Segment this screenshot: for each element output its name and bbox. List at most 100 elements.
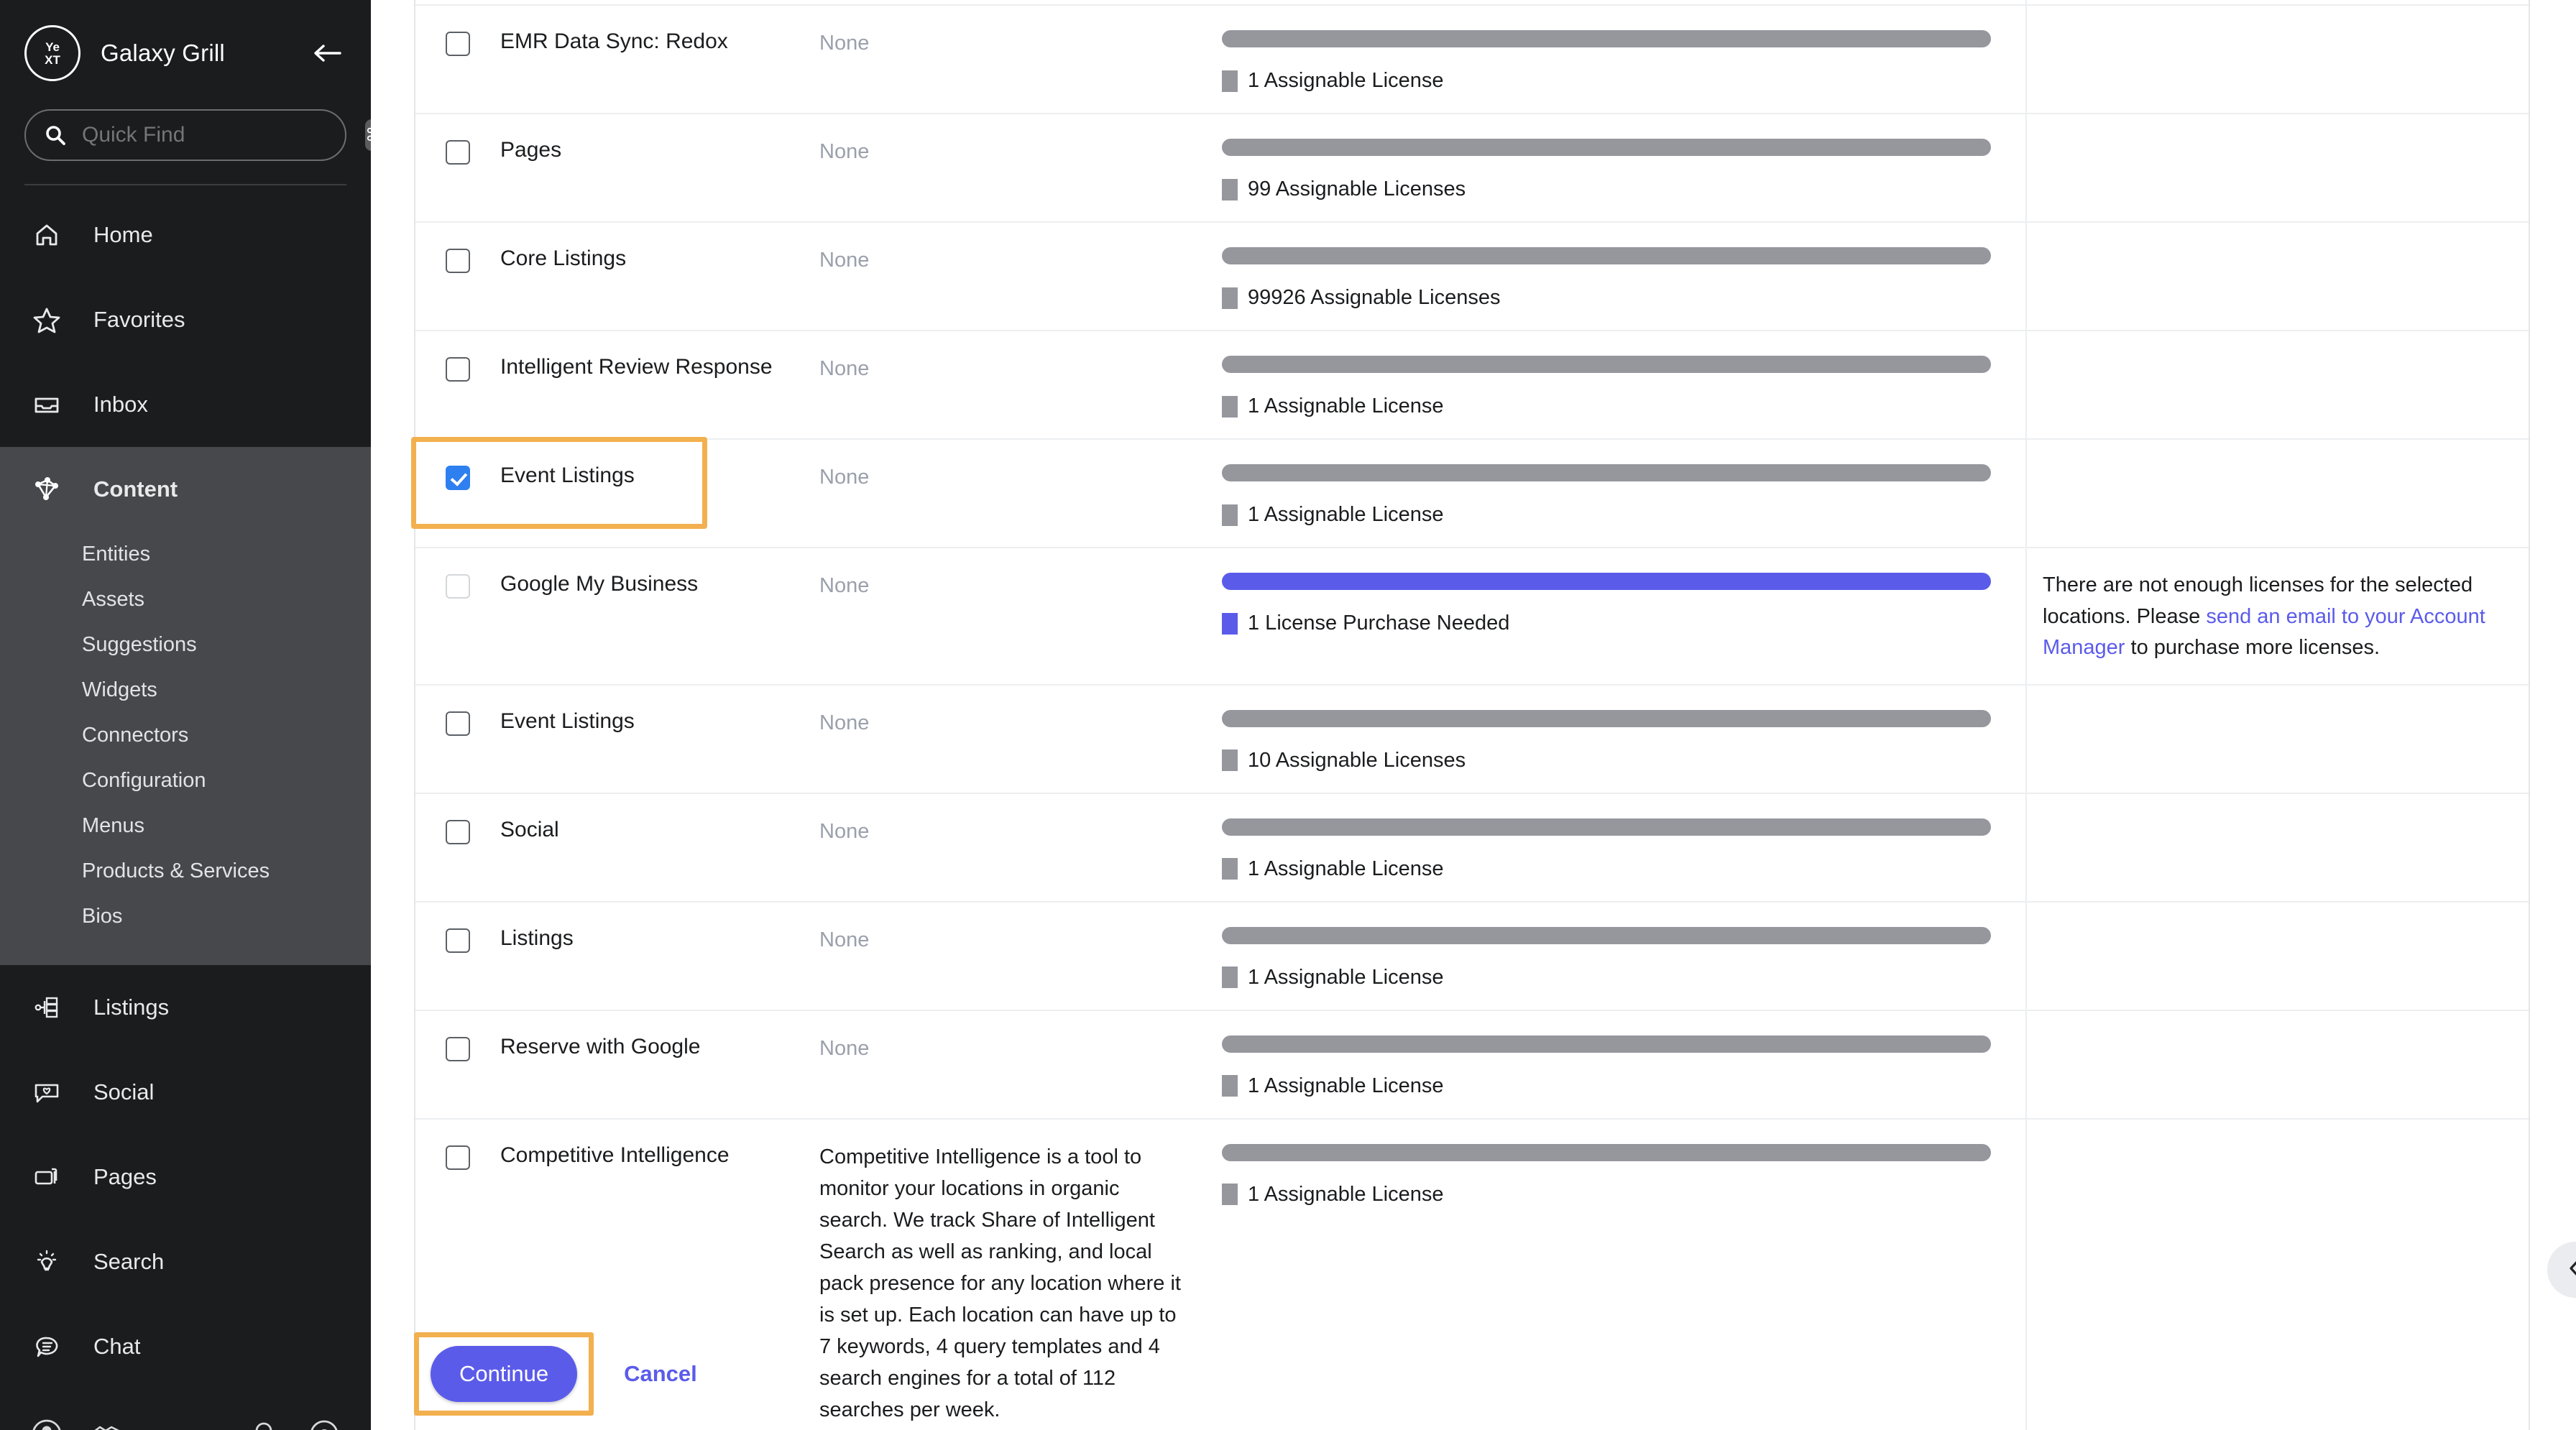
table-row-selected[interactable]: Event Listings None 1 Assignable License (411, 437, 2529, 548)
table-row[interactable]: Competitive Intelligence Competitive Int… (415, 1119, 2529, 1430)
continue-button[interactable]: Continue (431, 1346, 578, 1402)
row-checkbox-cell (415, 114, 500, 221)
row-description: None (819, 928, 870, 951)
table-row[interactable]: Core Listings None 99926 Assignable Lice… (415, 223, 2529, 331)
row-note (2025, 114, 2529, 221)
table-row[interactable]: Event Listings None 10 Assignable Licens… (415, 685, 2529, 794)
row-license-bar-cell: 10 Assignable Licenses (1222, 0, 2025, 4)
legend-swatch (1222, 1184, 1238, 1205)
row-checkbox[interactable] (446, 1145, 470, 1170)
quick-find-search[interactable]: ⌘ K (24, 109, 400, 161)
sidebar-collapse-arrow-icon[interactable] (308, 34, 346, 73)
sidebar-nav: Home Favorites Inbox Content Entities As… (0, 185, 371, 1389)
handshake-icon[interactable] (85, 1412, 129, 1430)
row-license-bar-cell: 1 Assignable License (1222, 1120, 2025, 1430)
table-row[interactable]: Pages None 99 Assignable Licenses (415, 114, 2529, 223)
legend-swatch (1222, 749, 1238, 771)
row-legend: 1 Assignable License (1222, 1183, 1991, 1207)
sidebar-item-favorites[interactable]: Favorites (0, 277, 371, 362)
highlight-box-continue: Continue (414, 1332, 594, 1416)
row-name: Intelligent Review Response (500, 355, 773, 379)
sidebar-item-content[interactable]: Content (0, 447, 371, 532)
row-license-bar-cell: 1 Assignable License (1222, 903, 2025, 1010)
row-checkbox[interactable] (446, 140, 470, 165)
row-checkbox-cell (415, 440, 500, 547)
legend-swatch (1222, 395, 1238, 418)
sidebar-item-home[interactable]: Home (0, 193, 371, 277)
sidebar-item-products-services[interactable]: Products & Services (0, 849, 371, 894)
sidebar-item-suggestions[interactable]: Suggestions (0, 622, 371, 668)
row-checkbox-cell (415, 794, 500, 901)
row-checkbox-cell (415, 223, 500, 330)
legend-swatch (1222, 1075, 1238, 1097)
table-row[interactable]: Intelligent Review Response None 1 Assig… (415, 331, 2529, 440)
sidebar-item-entities[interactable]: Entities (0, 532, 371, 577)
sidebar-item-widgets[interactable]: Widgets (0, 668, 371, 713)
legend-swatch (1222, 858, 1238, 880)
row-checkbox[interactable] (446, 249, 470, 273)
row-checkbox[interactable] (446, 1036, 470, 1061)
row-legend: 1 Assignable License (1222, 1074, 1991, 1098)
lightbulb-icon (27, 1247, 66, 1276)
license-progress-bar (1222, 247, 1991, 264)
help-circle-icon[interactable]: ? (302, 1412, 346, 1430)
sidebar-item-bios[interactable]: Bios (0, 894, 371, 939)
search-input[interactable] (82, 123, 359, 147)
row-checkbox-cell (415, 548, 500, 684)
row-legend: 1 Assignable License (1222, 857, 1991, 881)
license-progress-bar (1222, 139, 1991, 156)
sidebar-item-label: Search (93, 1249, 165, 1274)
search-icon (45, 124, 66, 146)
sidebar-item-inbox[interactable]: Inbox (0, 362, 371, 447)
row-license-bar-cell: 99 Assignable Licenses (1222, 114, 2025, 221)
row-legend: 1 Assignable License (1222, 69, 1991, 93)
table-row[interactable]: Google My Business None 1 License Purcha… (415, 548, 2529, 686)
license-progress-bar (1222, 709, 1991, 727)
table-row[interactable]: EMR Data Sync: Redox None 1 Assignable L… (415, 6, 2529, 114)
cancel-button[interactable]: Cancel (624, 1361, 697, 1387)
sidebar-item-menus[interactable]: Menus (0, 803, 371, 849)
sidebar-header: Ye XT Galaxy Grill Quick Find (0, 0, 400, 185)
row-checkbox[interactable] (446, 819, 470, 844)
row-checkbox[interactable] (446, 711, 470, 736)
row-license-bar-cell: 10 Assignable Licenses (1222, 686, 2025, 793)
table-row[interactable]: Social None 1 Assignable License (415, 793, 2529, 903)
legend-swatch (1222, 504, 1238, 526)
bell-icon[interactable] (242, 1412, 286, 1430)
listings-icon (27, 993, 66, 1022)
sidebar-item-assets[interactable]: Assets (0, 577, 371, 622)
legend-text: 1 Assignable License (1248, 69, 1444, 92)
sidebar-item-pages[interactable]: Pages (0, 1135, 371, 1219)
panel-collapse-toggle[interactable] (2547, 1242, 2576, 1298)
row-checkbox[interactable] (446, 574, 470, 599)
row-checkbox-cell (415, 0, 500, 4)
table-row[interactable]: Reserve with Google None 1 Assignable Li… (415, 1010, 2529, 1120)
license-progress-bar (1222, 1035, 1991, 1053)
legend-text: 1 Assignable License (1248, 1074, 1444, 1097)
row-checkbox[interactable] (446, 928, 470, 953)
row-note (2025, 0, 2529, 4)
row-name: Event Listings (500, 709, 635, 733)
sidebar-item-listings[interactable]: Listings (0, 965, 371, 1050)
account-avatar-icon[interactable] (24, 1412, 69, 1430)
sidebar-item-label: Home (93, 222, 153, 247)
table-row[interactable]: 10 Assignable Licenses (415, 0, 2529, 6)
row-legend: 99 Assignable Licenses (1222, 177, 1991, 201)
chat-bubble-icon (27, 1332, 66, 1361)
table-row[interactable]: Listings None 1 Assignable License (415, 902, 2529, 1011)
row-checkbox[interactable] (446, 466, 470, 490)
app-root: Ye XT Galaxy Grill Quick Find Home Favor… (0, 0, 2576, 1430)
row-name: Reserve with Google (500, 1034, 701, 1058)
sidebar: Ye XT Galaxy Grill Quick Find Home Favor… (0, 0, 400, 1430)
sidebar-item-chat[interactable]: Chat (0, 1304, 371, 1389)
row-checkbox[interactable] (446, 357, 470, 382)
row-checkbox[interactable] (446, 32, 470, 56)
sidebar-item-configuration[interactable]: Configuration (0, 758, 371, 803)
row-legend: 10 Assignable Licenses (1222, 749, 1991, 772)
sidebar-item-search[interactable]: Search (0, 1219, 371, 1304)
sidebar-item-connectors[interactable]: Connectors (0, 713, 371, 758)
row-description: None (819, 32, 870, 55)
license-table: 10 Assignable Licenses EMR Data Sync: Re… (411, 0, 2530, 1430)
note-post-text: to purchase more licenses. (2125, 636, 2380, 659)
sidebar-item-social[interactable]: Social (0, 1050, 371, 1135)
